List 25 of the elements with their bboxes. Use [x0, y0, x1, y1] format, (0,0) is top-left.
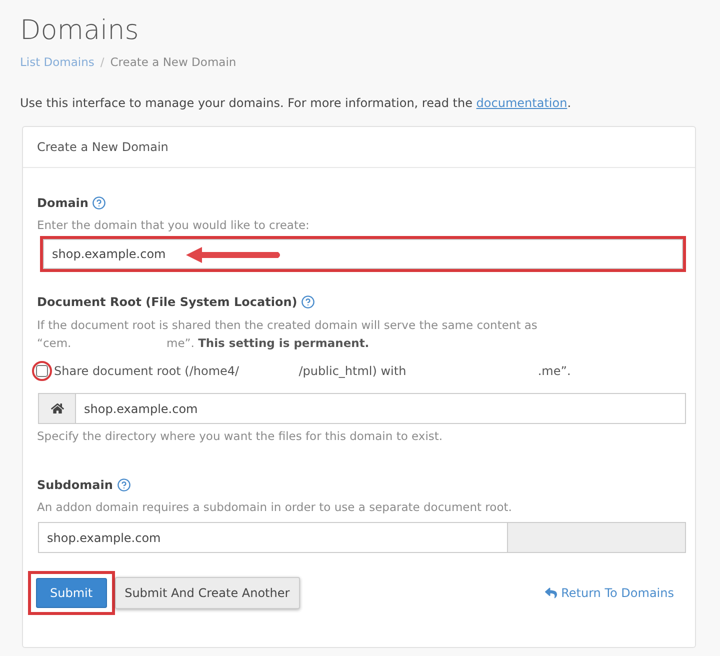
share-root-checkbox[interactable]: [36, 365, 48, 377]
field-label: Domain: [37, 195, 88, 212]
document-root-input[interactable]: shop.example.com: [75, 393, 686, 424]
intro-text: Use this interface to manage your domains. For more information, read the documentation.: [20, 95, 572, 112]
home-icon: [50, 402, 64, 415]
checkbox-label[interactable]: Share document root (/home4/ /public_html) with .me”.: [54, 362, 571, 380]
field-help: Specify the directory where you want the files for this domain to exist.: [37, 428, 444, 445]
help-icon[interactable]: [116, 478, 131, 492]
domain-input[interactable]: shop.example.com: [43, 239, 683, 269]
field-description: If the document root is shared then the created domain will serve the same content as “cem. me”. This setting is permanent.: [37, 317, 538, 352]
field-label: Subdomain: [37, 477, 113, 494]
card-title: Create a New Domain: [23, 127, 695, 168]
breadcrumb-current: Create a New Domain: [110, 54, 236, 71]
submit-and-create-button[interactable]: Submit And Create Another: [114, 577, 300, 609]
return-link[interactable]: Return To Domains: [545, 586, 674, 600]
field-hint: Enter the domain that you would like to create:: [37, 217, 310, 234]
field-hint: An addon domain requires a subdomain in order to use a separate document root.: [37, 499, 513, 516]
reply-icon: [545, 587, 558, 599]
help-icon[interactable]: [301, 295, 316, 309]
page-title: Domains: [20, 14, 139, 48]
subdomain-input[interactable]: shop.example.com: [38, 522, 508, 553]
submit-button[interactable]: Submit: [36, 578, 107, 608]
breadcrumb-separator: /: [100, 54, 104, 71]
help-icon[interactable]: [92, 196, 106, 210]
field-label: Document Root (File System Location): [37, 294, 298, 311]
